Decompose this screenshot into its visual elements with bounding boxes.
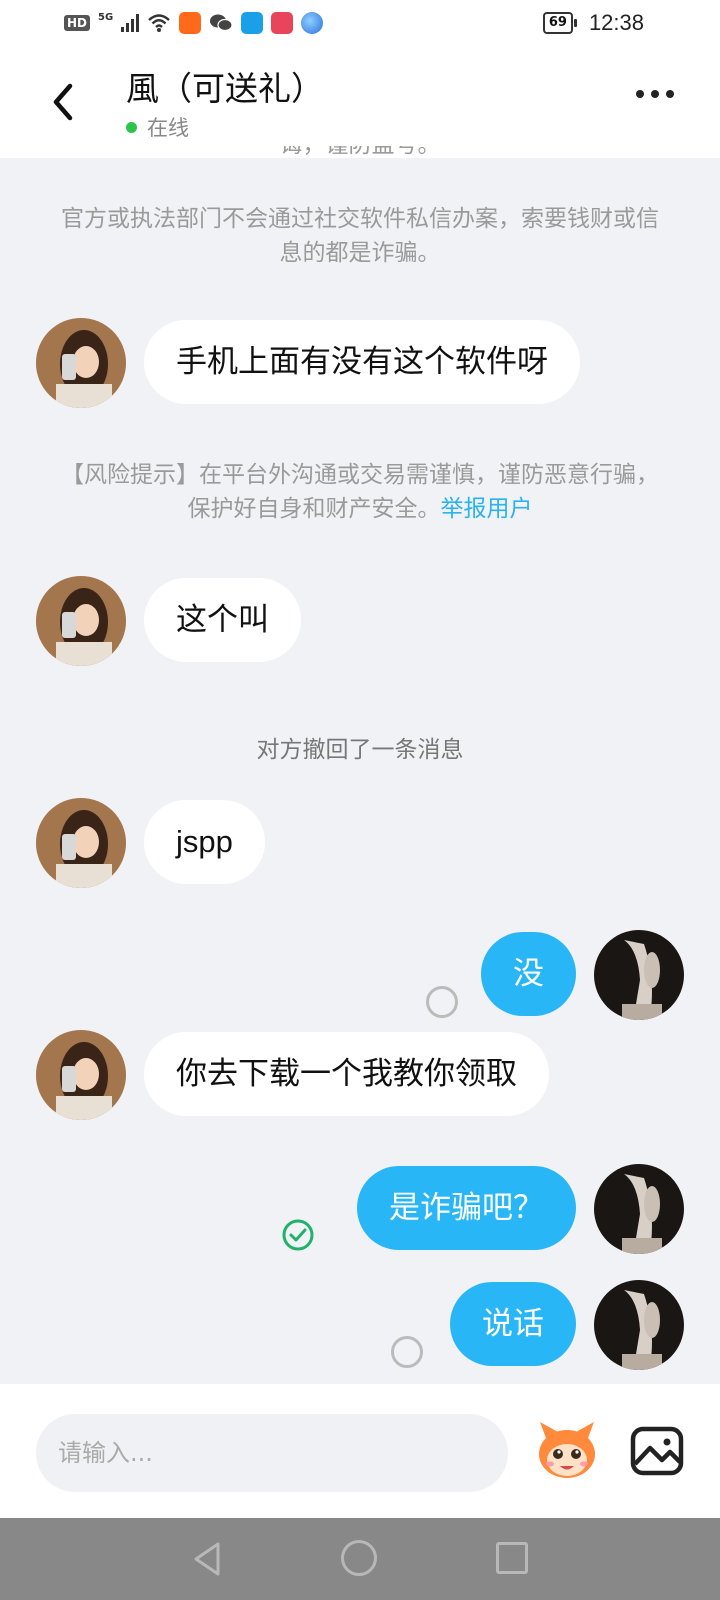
contact-avatar-image (36, 798, 126, 888)
taobao-app-icon (179, 12, 202, 34)
more-dot (666, 90, 674, 98)
my-avatar-image (594, 930, 684, 1020)
browser-app-icon (301, 12, 324, 34)
hd-indicator: HD (64, 15, 91, 31)
contact-avatar[interactable] (36, 576, 126, 666)
risk-notice: 【风险提示】在平台外沟通或交易需谨慎，谨防恶意行骗，保护好自身和财产安全。举报用… (60, 458, 660, 526)
unread-status-icon (426, 986, 458, 1018)
back-button[interactable] (44, 78, 84, 126)
message-bubble-sent[interactable]: 是诈骗吧？ (357, 1166, 576, 1250)
message-bubble-received[interactable]: 这个叫 (144, 578, 301, 662)
my-avatar-image (594, 1280, 684, 1370)
recall-notice: 对方撤回了一条消息 (256, 737, 464, 763)
wifi-icon (148, 14, 170, 32)
contact-avatar-image (36, 318, 126, 408)
status-bar: HD 5G 69 12:38 (0, 0, 720, 50)
system-nav-bar (0, 1518, 720, 1600)
image-button[interactable] (626, 1420, 688, 1482)
message-bubble-received[interactable]: 你去下载一个我教你领取 (144, 1032, 549, 1116)
my-avatar[interactable] (594, 930, 684, 1020)
emoji-mascot-icon (539, 1422, 595, 1478)
chat-header: 風（可送礼） 在线 (0, 50, 720, 158)
contact-avatar-image (36, 576, 126, 666)
my-avatar[interactable] (594, 1280, 684, 1370)
message-bubble-sent[interactable]: 说话 (450, 1282, 576, 1366)
online-dot-icon (126, 121, 137, 133)
contact-avatar[interactable] (36, 1030, 126, 1120)
security-notice-cut-text: 诲，谨防盗号。 (280, 146, 441, 158)
notes-app-icon (271, 12, 294, 34)
report-user-link[interactable]: 举报用户 (441, 496, 533, 522)
nav-home-icon[interactable] (341, 1540, 377, 1576)
contact-avatar[interactable] (36, 798, 126, 888)
clock: 12:38 (588, 10, 644, 35)
official-warning-notice: 官方或执法部门不会通过社交软件私信办案，索要钱财或信息的都是诈骗。 (61, 206, 659, 266)
contact-name: 風（可送礼） (126, 69, 324, 108)
status-bar-left: HD 5G (64, 11, 324, 34)
emoji-button[interactable] (532, 1416, 602, 1486)
nav-recents-icon[interactable] (496, 1542, 528, 1574)
message-bubble-received[interactable]: 手机上面有没有这个软件呀 (144, 320, 580, 404)
my-avatar[interactable] (594, 1164, 684, 1254)
chevron-left-icon (53, 83, 73, 121)
message-bubble-received[interactable]: jspp (144, 800, 265, 884)
battery-icon: 69 (542, 12, 578, 34)
risk-notice-text: 【风险提示】在平台外沟通或交易需谨慎，谨防恶意行骗，保护好自身和财产安全。 (61, 462, 659, 522)
contact-avatar-image (36, 1030, 126, 1120)
message-bubble-sent[interactable]: 没 (481, 932, 576, 1016)
message-input[interactable] (36, 1414, 508, 1492)
status-bar-right: 69 12:38 (542, 10, 644, 36)
security-notice-partial: 诲，谨防盗号。 (60, 146, 660, 168)
signal-icon (121, 14, 140, 32)
wechat-icon (210, 14, 233, 32)
image-icon (630, 1426, 684, 1476)
reader-app-icon (241, 12, 264, 34)
nav-back-icon[interactable] (190, 1540, 224, 1578)
more-button[interactable] (636, 90, 674, 98)
my-avatar-image (594, 1164, 684, 1254)
more-dots-icon (636, 90, 644, 98)
contact-avatar[interactable] (36, 318, 126, 408)
unread-status-icon (391, 1336, 423, 1368)
read-check-icon (282, 1219, 314, 1251)
message-input-bar (0, 1384, 720, 1518)
online-status-label: 在线 (147, 116, 189, 140)
more-dot (651, 90, 659, 98)
network-type: 5G (98, 11, 114, 23)
online-status: 在线 (126, 112, 189, 142)
